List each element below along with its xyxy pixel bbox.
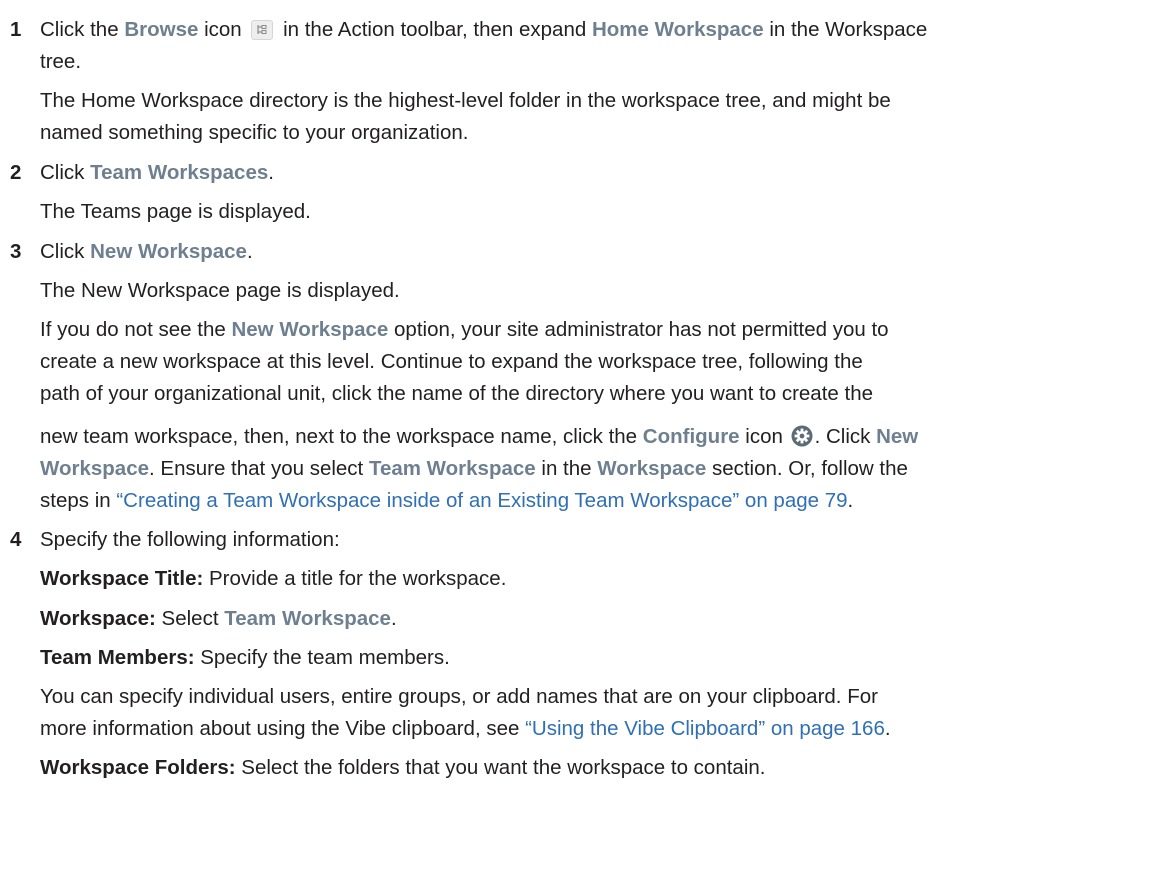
step-2-number: 2 — [10, 161, 22, 184]
step-3-para-line-4: new team workspace, then, next to the wo… — [40, 425, 919, 448]
browse-label: Browse — [124, 18, 199, 41]
step-1-number: 1 — [10, 18, 22, 41]
workspace-label: Workspace — [40, 457, 150, 480]
step-3-para-line-3: path of your organizational unit, click … — [40, 382, 873, 405]
document-page: 1 Click the Browse icon in the Action to… — [0, 0, 1167, 890]
step-1-line-2: tree. — [40, 50, 82, 73]
home-workspace-label: Home Workspace — [591, 18, 764, 41]
workspace-section-label: Workspace — [597, 457, 707, 480]
browse-tree-icon — [251, 20, 274, 40]
field-workspace-folders: Workspace Folders: Select the folders th… — [40, 756, 766, 779]
team-workspace-label: Team Workspace — [368, 457, 536, 480]
field-team-members: Team Members: Specify the team members. — [40, 646, 450, 669]
team-workspaces-label: Team Workspaces — [90, 161, 269, 184]
step-3-para-line-5: Workspace. Ensure that you select Team W… — [40, 457, 908, 480]
step-1-note-2: named something specific to your organiz… — [40, 121, 469, 144]
step-3-number: 3 — [10, 240, 22, 263]
team-members-note-2: more information about using the Vibe cl… — [40, 717, 891, 740]
new-workspace-option-label: New Workspace — [231, 318, 389, 341]
step-4-number: 4 — [10, 528, 22, 551]
vibe-clipboard-link[interactable]: “Using the Vibe Clipboard” on page 166 — [525, 717, 885, 740]
step-3-para-line-2: create a new workspace at this level. Co… — [40, 350, 863, 373]
configure-label: Configure — [642, 425, 740, 448]
step-2-note: The Teams page is displayed. — [40, 200, 311, 223]
new-label: New — [876, 425, 919, 448]
step-3-para-line-6: steps in “Creating a Team Workspace insi… — [40, 489, 854, 512]
step-1-line-1: Click the Browse icon in the Action tool… — [40, 18, 928, 41]
field-workspace: Workspace: Select Team Workspace. — [40, 607, 397, 630]
step-2-line: Click Team Workspaces. — [40, 161, 274, 184]
gear-icon — [791, 425, 813, 447]
creating-team-workspace-link[interactable]: “Creating a Team Workspace inside of an … — [116, 489, 847, 512]
team-workspace-option-label: Team Workspace — [224, 607, 391, 630]
step-3-note: The New Workspace page is displayed. — [40, 279, 400, 302]
new-workspace-label: New Workspace — [90, 240, 247, 263]
field-workspace-title: Workspace Title: Provide a title for the… — [40, 567, 507, 590]
team-members-note-1: You can specify individual users, entire… — [40, 685, 878, 708]
step-4-line: Specify the following information: — [40, 528, 340, 551]
step-3-para-line-1: If you do not see the New Workspace opti… — [40, 318, 889, 341]
step-1-note-1: The Home Workspace directory is the high… — [40, 89, 891, 112]
step-3-line: Click New Workspace. — [40, 240, 253, 263]
